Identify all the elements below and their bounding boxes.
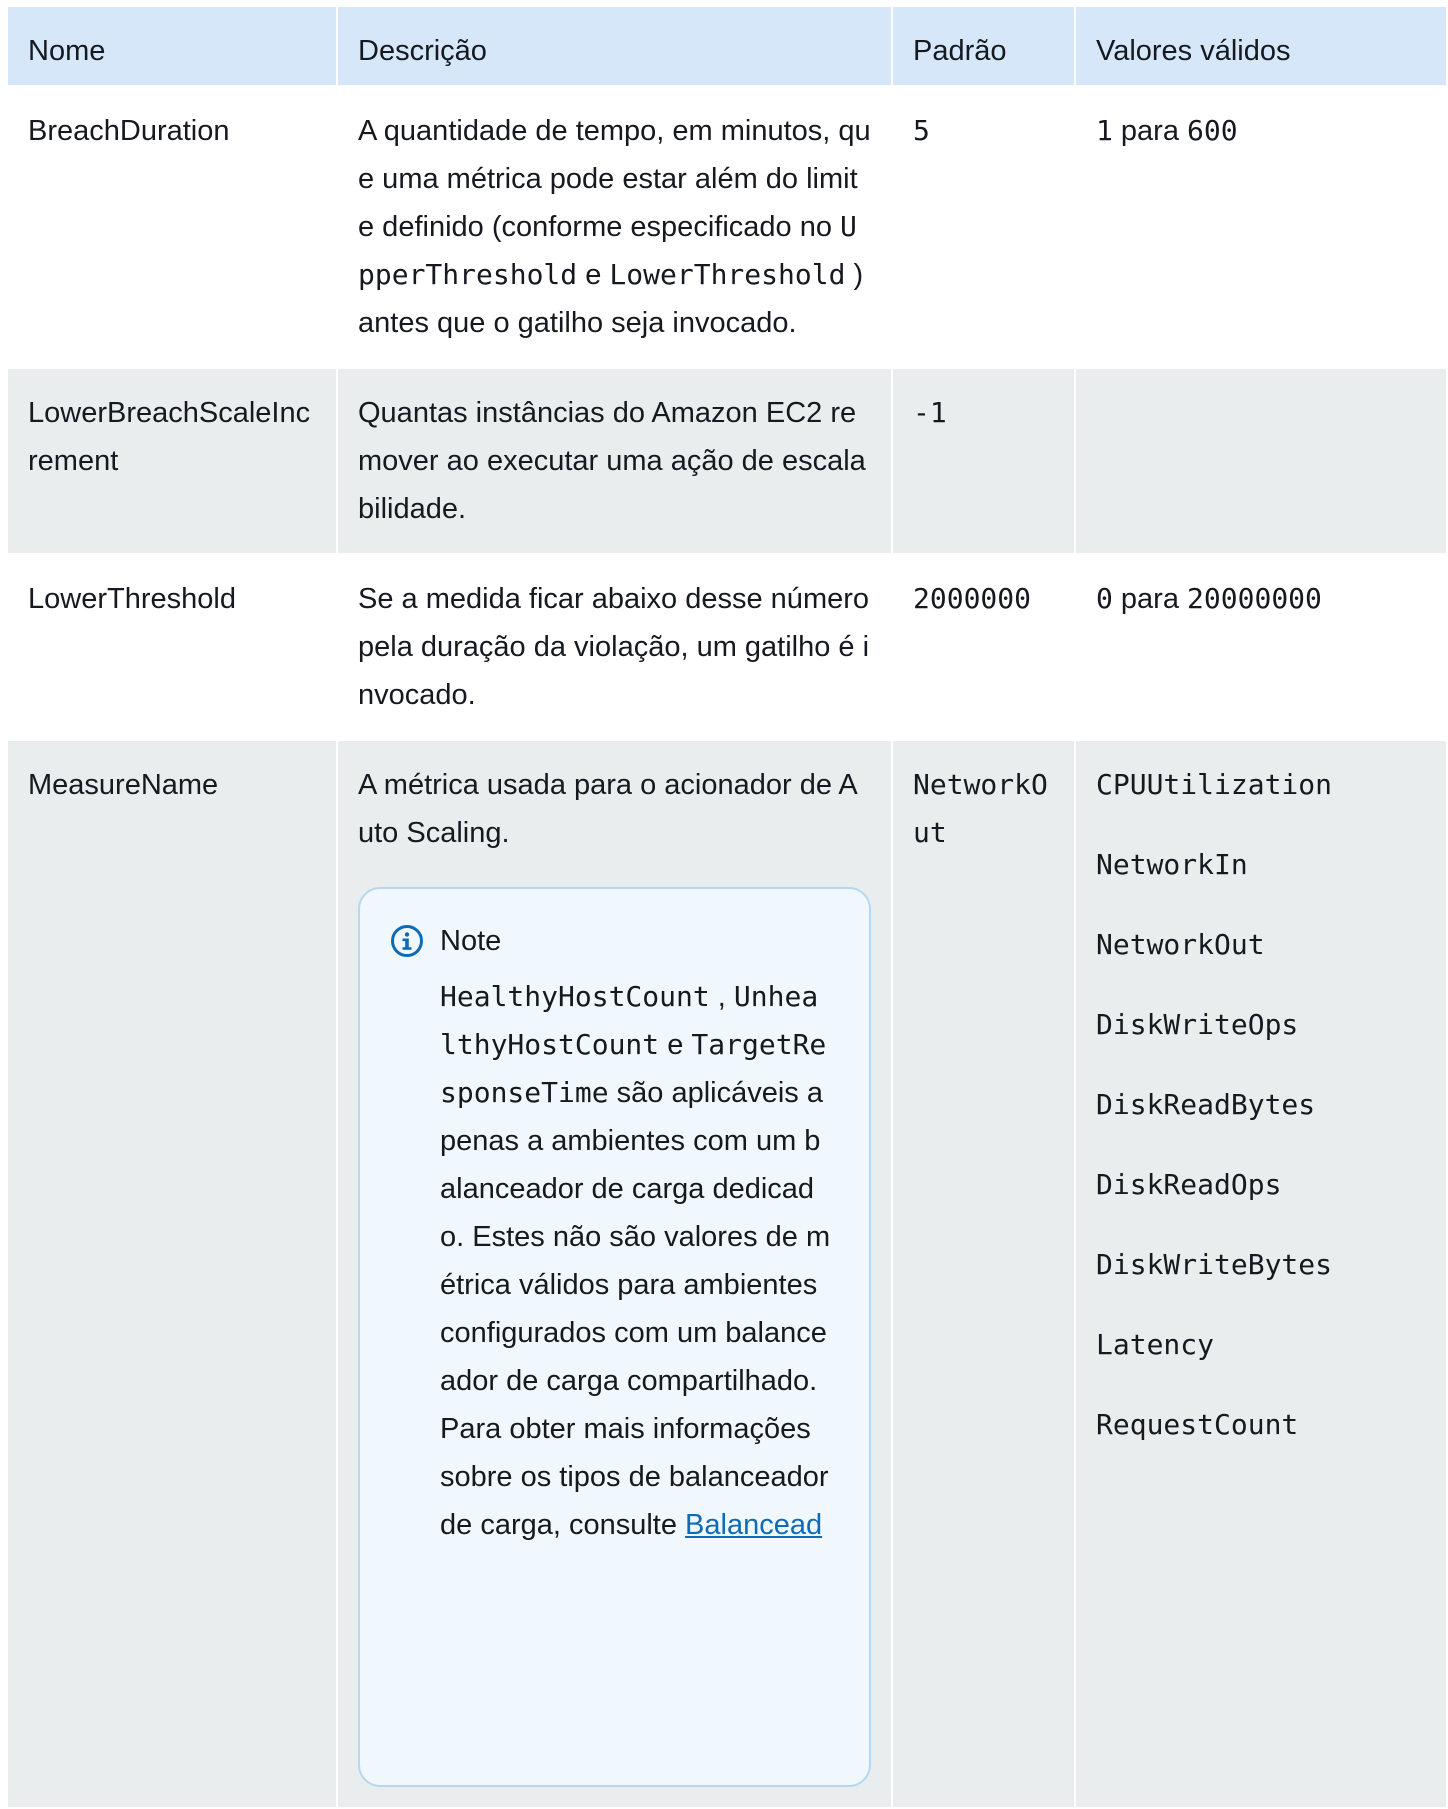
valid-max: 20000000 (1187, 582, 1322, 615)
table-row: LowerBreachScaleIncrement Quantas instân… (8, 368, 1446, 555)
param-valid-values: 1 para 600 (1075, 86, 1446, 369)
column-header-description: Descrição (337, 7, 893, 87)
valid-value-item: NetworkOut (1096, 928, 1265, 961)
column-header-name: Nome (8, 7, 338, 87)
param-name: LowerBreachScaleIncrement (8, 368, 338, 555)
valid-value-item: CPUUtilization (1096, 768, 1333, 801)
param-default: NetworkOut (892, 740, 1076, 1809)
param-default: 5 (892, 86, 1076, 369)
table-row: BreachDuration A quantidade de tempo, em… (8, 86, 1446, 369)
code-healthy-host-count: HealthyHostCount (440, 980, 710, 1013)
param-valid-values: CPUUtilization NetworkIn NetworkOut Disk… (1075, 740, 1446, 1809)
note-separator: e (667, 1029, 684, 1061)
valid-value-item: RequestCount (1096, 1408, 1299, 1441)
valid-value-item: DiskReadOps (1096, 1168, 1282, 1201)
param-default: 2000000 (892, 554, 1076, 741)
param-valid-values: 0 para 20000000 (1075, 554, 1446, 741)
param-valid-values (1075, 368, 1446, 555)
valid-value-item: DiskReadBytes (1096, 1088, 1316, 1121)
valid-min: 1 (1096, 114, 1113, 147)
param-name: BreachDuration (8, 86, 338, 369)
note-separator: , (717, 981, 726, 1013)
load-balancer-doc-link[interactable]: Balancead (685, 1509, 822, 1541)
header-row: Nome Descrição Padrão Valores válidos (8, 7, 1446, 87)
param-description: A quantidade de tempo, em minutos, que u… (337, 86, 893, 369)
description-text: A quantidade de tempo, em minutos, que u… (358, 115, 871, 243)
valid-value-item: Latency (1096, 1328, 1215, 1361)
param-name: LowerThreshold (8, 554, 338, 741)
column-header-valid-values: Valores válidos (1075, 7, 1446, 87)
table-row: LowerThreshold Se a medida ficar abaixo … (8, 554, 1446, 741)
valid-max: 600 (1187, 114, 1238, 147)
param-description: Se a medida ficar abaixo desse número pe… (337, 554, 893, 741)
valid-value-item: DiskWriteOps (1096, 1008, 1299, 1041)
param-default: -1 (892, 368, 1076, 555)
note-box: Note HealthyHostCount , UnhealthyHostCou… (358, 887, 871, 1787)
note-header: Note (390, 917, 831, 965)
description-text: e (585, 259, 602, 291)
column-header-default: Padrão (892, 7, 1076, 87)
parameters-table: Nome Descrição Padrão Valores válidos Br… (8, 7, 1446, 1809)
valid-range-sep: para (1120, 115, 1179, 147)
note-title: Note (440, 925, 502, 957)
valid-value-item: DiskWriteBytes (1096, 1248, 1333, 1281)
description-text: A métrica usada para o acionador de Auto… (358, 769, 858, 849)
table-row: MeasureName A métrica usada para o acion… (8, 740, 1446, 1809)
info-icon (391, 925, 423, 957)
param-description: Quantas instâncias do Amazon EC2 remover… (337, 368, 893, 555)
code-lower-threshold: LowerThreshold (609, 258, 846, 291)
valid-min: 0 (1096, 582, 1113, 615)
param-name: MeasureName (8, 740, 338, 1809)
note-text: são aplicáveis apenas a ambientes com um… (440, 1077, 831, 1541)
valid-range-sep: para (1120, 583, 1179, 615)
valid-value-item: NetworkIn (1096, 848, 1248, 881)
param-description: A métrica usada para o acionador de Auto… (337, 740, 893, 1809)
note-body: HealthyHostCount , UnhealthyHostCount e … (390, 973, 831, 1549)
